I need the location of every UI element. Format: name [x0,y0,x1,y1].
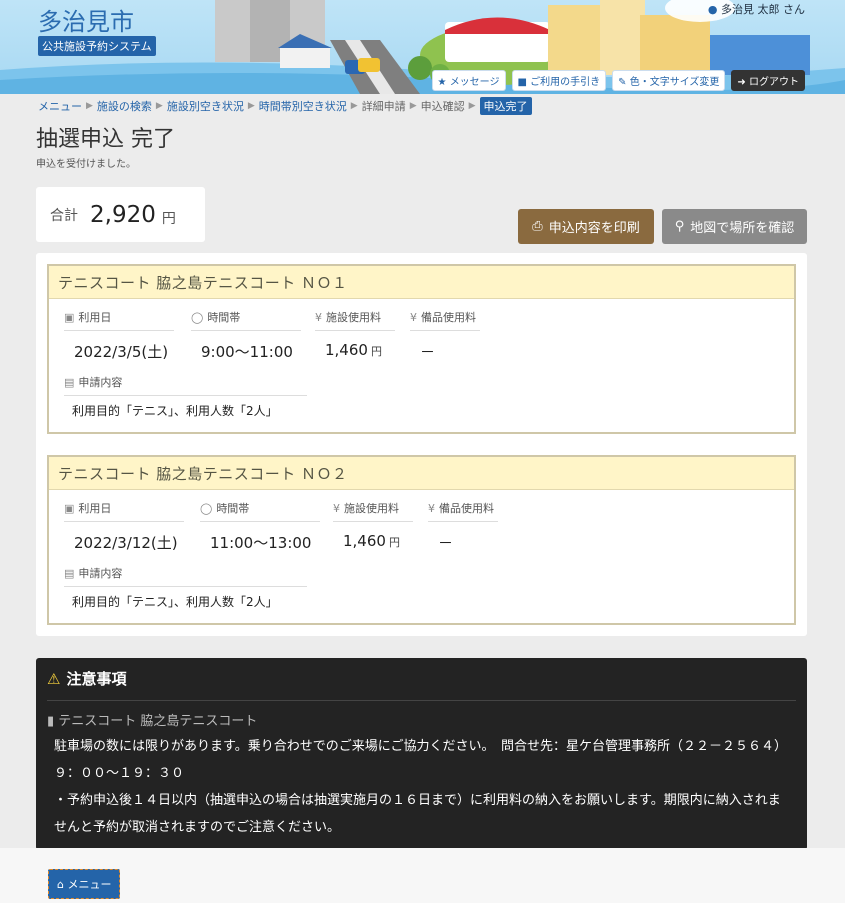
menu-button[interactable]: ⌂ メニュー [48,869,121,899]
total-value: 2,920 [90,201,156,228]
date-value: 2022/3/5(土) [74,343,169,361]
reservation-card: テニスコート 脇之島テニスコート ＮＯ１ ▣ 利用日 2022/3/5(土) ◯ 時… [47,264,796,434]
time-value: 9:00～11:00 [201,343,293,361]
user-name: 多治見 太郎 さん [721,3,805,16]
divider [47,700,796,701]
yen-icon: ¥ [428,502,435,515]
page-title: 抽選申込 完了 [36,127,175,152]
display-settings-button[interactable]: ✎ 色・文字サイズ変更 [612,70,726,91]
menu-button-label: メニュー [67,878,112,891]
logout-button[interactable]: ➜ ログアウト [731,70,805,91]
chevron-right-icon: ▶ [409,101,417,111]
notice-facility: ▮ テニスコート 脇之島テニスコート [47,714,258,729]
facility-fee-field: ¥ 施設使用料 1,460 円 [333,500,413,550]
content-value: 利用目的「テニス」、利用人数「2人」 [72,595,278,609]
print-button-label: 申込内容を印刷 [548,221,640,236]
date-field: ▣ 利用日 2022/3/12(土) [64,500,184,553]
reservation-title: テニスコート 脇之島テニスコート ＮＯ１ [49,266,794,299]
chevron-right-icon: ▶ [86,101,93,111]
breadcrumb-confirm: 申込確認 [420,100,465,113]
breadcrumb-facility-vacancy[interactable]: 施設別空き状況 [167,98,244,114]
guide-button[interactable]: ■ ご利用の手引き [511,70,607,91]
printer-icon: ⎙ [532,219,543,234]
breadcrumb-menu[interactable]: メニュー [38,98,82,114]
notice-panel: ⚠ 注意事項 ▮ テニスコート 脇之島テニスコート 駐車場の数には限りがあります… [36,658,807,850]
clock-icon: ◯ [191,311,204,324]
equipment-fee-field: ¥ 備品使用料 － [410,309,480,362]
breadcrumb-current: 申込完了 [479,97,532,115]
notice-line-payment: ・予約申込後１４日以内（抽選申込の場合は抽選実施月の１６日まで）に利用料の納入を… [54,793,781,835]
yen-icon: ¥ [333,502,340,515]
total-box: 合計 2,920 円 [36,187,205,242]
reservation-panel: テニスコート 脇之島テニスコート ＮＯ１ ▣ 利用日 2022/3/5(土) ◯ 時… [36,253,807,636]
breadcrumb-time-vacancy[interactable]: 時間帯別空き状況 [259,98,347,114]
reservation-card: テニスコート 脇之島テニスコート ＮＯ２ ▣ 利用日 2022/3/12(土) ◯… [47,455,796,625]
breadcrumb-search[interactable]: 施設の検索 [97,98,152,114]
content-field: ▤ 申請内容 利用目的「テニス」、利用人数「2人」 [64,565,307,610]
chevron-right-icon: ▶ [155,101,163,111]
yen-icon: ¥ [410,311,417,324]
calendar-icon: ▣ [64,311,75,324]
total-unit: 円 [161,210,176,227]
map-button[interactable]: ⚲ 地図で場所を確認 [662,209,807,244]
facility-fee-value: 1,460 円 [343,532,400,550]
logout-icon: ➜ [737,77,746,88]
calendar-icon: ▣ [64,502,75,515]
header-buttons: ★ メッセージ ■ ご利用の手引き ✎ 色・文字サイズ変更 ➜ ログアウト [431,70,805,91]
total-label: 合計 [50,207,78,224]
chevron-right-icon: ▶ [468,101,476,111]
document-icon: ▤ [64,376,75,389]
chevron-right-icon: ▶ [350,101,358,111]
warning-icon: ⚠ [47,669,61,688]
notice-body: 駐車場の数には限りがあります。乗り合わせでのご来場にご協力ください。 問合せ先：… [54,733,793,841]
clock-icon: ◯ [200,502,213,515]
book-icon: ■ [517,77,527,88]
content-field: ▤ 申請内容 利用目的「テニス」、利用人数「2人」 [64,374,307,419]
facility-fee-field: ¥ 施設使用料 1,460 円 [315,309,395,359]
time-field: ◯ 時間帯 11:00～13:00 [200,500,320,553]
equipment-fee-value: － [420,343,436,361]
equipment-fee-value: － [438,534,454,552]
brush-icon: ✎ [618,77,627,88]
document-icon: ▤ [64,567,75,580]
chat-icon: ★ [437,77,447,88]
notice-title: 注意事項 [66,670,127,688]
site-title[interactable]: 多治見市 [38,2,134,37]
date-field: ▣ 利用日 2022/3/5(土) [64,309,174,362]
user-info[interactable]: ● 多治見 太郎 さん [708,1,805,17]
map-marker-icon: ⚲ [674,219,685,234]
date-value: 2022/3/12(土) [74,534,178,552]
equipment-fee-field: ¥ 備品使用料 － [428,500,498,553]
system-name-badge: 公共施設予約システム [38,36,156,56]
reservation-title: テニスコート 脇之島テニスコート ＮＯ２ [49,457,794,490]
print-button[interactable]: ⎙ 申込内容を印刷 [518,209,654,244]
message-button[interactable]: ★ メッセージ [431,70,506,91]
time-value: 11:00～13:00 [210,534,312,552]
facility-fee-value: 1,460 円 [325,341,382,359]
building-icon: ▮ [47,714,55,729]
breadcrumb: メニュー ▶ 施設の検索 ▶ 施設別空き状況 ▶ 時間帯別空き状況 ▶ 詳細申請… [38,97,532,115]
map-button-label: 地図で場所を確認 [690,221,795,236]
time-field: ◯ 時間帯 9:00～11:00 [191,309,301,362]
home-icon: ⌂ [57,878,64,891]
site-header: 多治見市 公共施設予約システム ● 多治見 太郎 さん ★ メッセージ ■ ご利… [0,0,845,94]
yen-icon: ¥ [315,311,322,324]
breadcrumb-detail: 詳細申請 [361,100,406,113]
content-value: 利用目的「テニス」、利用人数「2人」 [72,404,278,418]
notice-heading: ⚠ 注意事項 [47,668,126,689]
notice-line-parking: 駐車場の数には限りがあります。乗り合わせでのご来場にご協力ください。 問合せ先：… [54,739,794,781]
page-note: 申込を受付けました。 [36,159,136,170]
chevron-right-icon: ▶ [247,101,255,111]
user-icon: ● [707,3,718,16]
footer [0,848,845,903]
